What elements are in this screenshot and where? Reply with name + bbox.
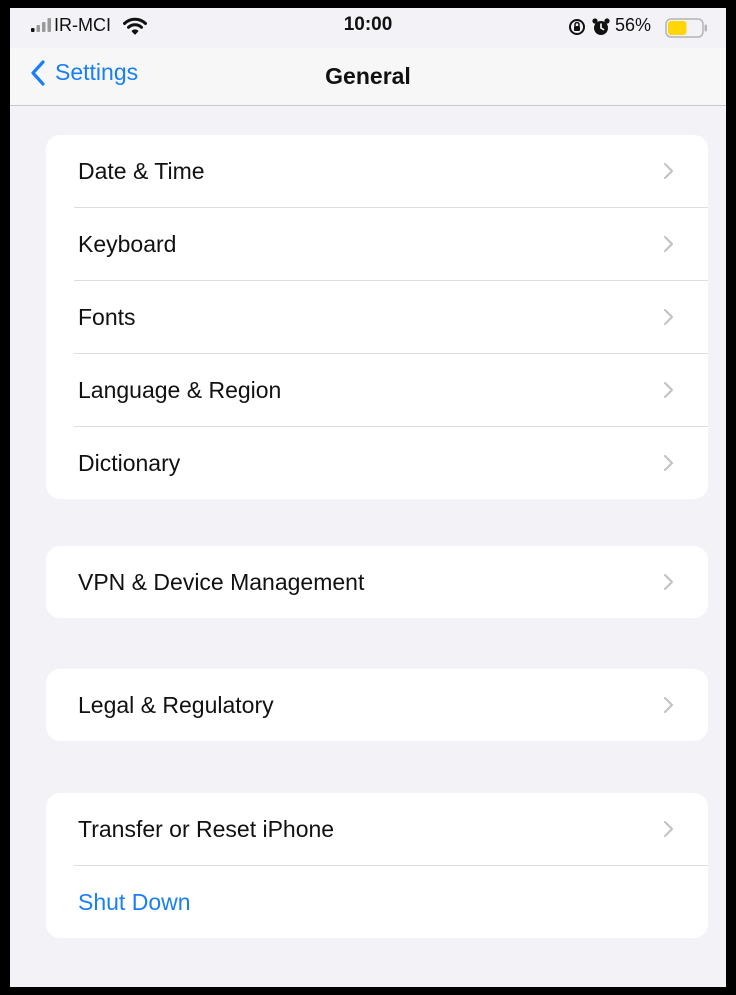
row-vpn-device-management[interactable]: VPN & Device Management: [46, 546, 708, 618]
row-label: Language & Region: [78, 376, 282, 403]
chevron-right-icon: [663, 381, 674, 399]
battery-icon: [665, 18, 707, 38]
back-button[interactable]: Settings: [30, 59, 138, 86]
row-label: Dictionary: [78, 449, 181, 476]
battery-level-fill: [668, 21, 687, 35]
chevron-right-icon: [663, 573, 674, 591]
phone-screen: IR-MCI 10:00 56% Settings General Date &…: [10, 8, 726, 987]
row-label: Fonts: [78, 303, 136, 330]
chevron-right-icon: [663, 162, 674, 180]
settings-group-language: Date & Time Keyboard Fonts Language & Re…: [46, 135, 708, 499]
shut-down-button[interactable]: Shut Down: [46, 866, 708, 938]
chevron-right-icon: [663, 820, 674, 838]
row-keyboard[interactable]: Keyboard: [46, 208, 708, 280]
orientation-lock-icon: [569, 19, 585, 35]
row-fonts[interactable]: Fonts: [46, 281, 708, 353]
alarm-icon: [592, 18, 610, 35]
chevron-left-icon: [31, 59, 45, 86]
row-language-region[interactable]: Language & Region: [46, 354, 708, 426]
chevron-right-icon: [663, 308, 674, 326]
row-label: VPN & Device Management: [78, 568, 365, 595]
row-label: Legal & Regulatory: [78, 691, 274, 718]
settings-group-legal: Legal & Regulatory: [46, 669, 708, 741]
chevron-right-icon: [663, 235, 674, 253]
row-label: Transfer or Reset iPhone: [78, 815, 335, 842]
back-button-label: Settings: [55, 59, 139, 85]
settings-group-reset: Transfer or Reset iPhone Shut Down: [46, 793, 708, 938]
row-transfer-reset[interactable]: Transfer or Reset iPhone: [46, 793, 708, 865]
row-legal-regulatory[interactable]: Legal & Regulatory: [46, 669, 708, 741]
row-dictionary[interactable]: Dictionary: [46, 427, 708, 499]
navigation-bar: Settings General: [10, 48, 726, 106]
shut-down-label: Shut Down: [78, 888, 191, 915]
row-date-time[interactable]: Date & Time: [46, 135, 708, 207]
row-label: Keyboard: [78, 230, 177, 257]
settings-group-vpn: VPN & Device Management: [46, 546, 708, 618]
battery-percentage: 56%: [615, 15, 652, 35]
status-bar: IR-MCI 10:00 56%: [10, 8, 726, 48]
row-label: Date & Time: [78, 157, 205, 184]
chevron-right-icon: [663, 454, 674, 472]
chevron-right-icon: [663, 696, 674, 714]
